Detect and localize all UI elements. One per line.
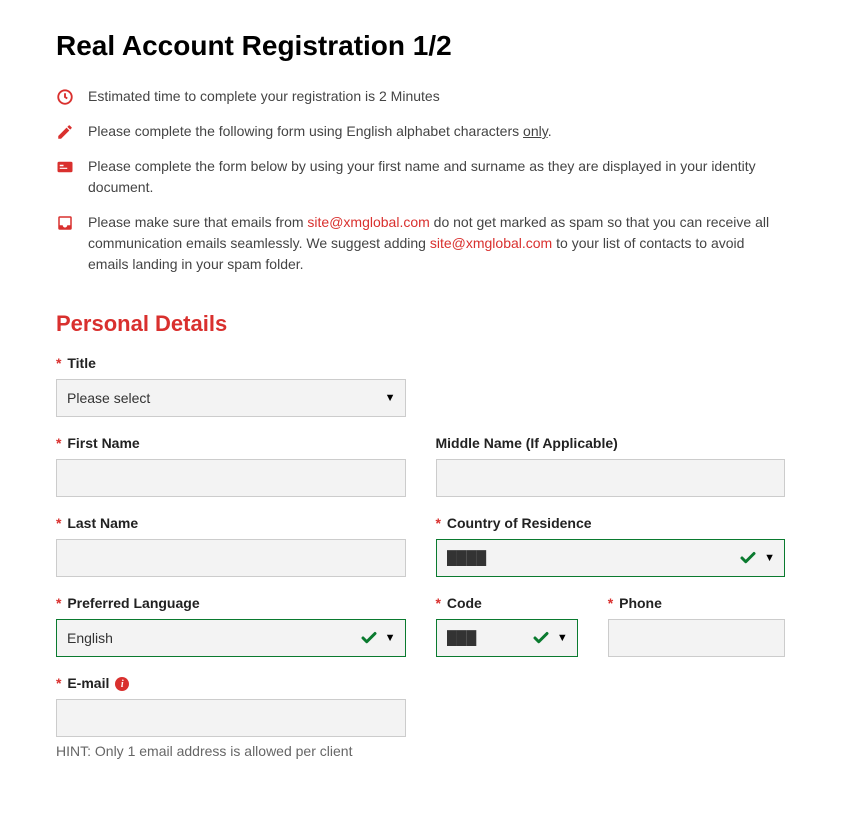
email-link-2[interactable]: site@xmglobal.com [430,235,552,251]
info-list: Estimated time to complete your registra… [56,86,785,275]
title-label: * Title [56,355,406,371]
language-label: * Preferred Language [56,595,406,611]
country-select[interactable]: ████ [436,539,786,577]
first-name-label: * First Name [56,435,406,451]
info-item-english: Please complete the following form using… [56,121,785,142]
email-hint: HINT: Only 1 email address is allowed pe… [56,743,406,759]
section-title-personal: Personal Details [56,311,785,337]
email-label: * E-mail i [56,675,406,691]
info-item-spam: Please make sure that emails from site@x… [56,212,785,275]
page-title: Real Account Registration 1/2 [56,30,785,62]
info-text-spam: Please make sure that emails from site@x… [88,212,785,275]
country-label: * Country of Residence [436,515,786,531]
id-card-icon [56,158,74,176]
email-link-1[interactable]: site@xmglobal.com [307,214,429,230]
middle-name-input[interactable] [436,459,786,497]
middle-name-label: Middle Name (If Applicable) [436,435,786,451]
info-text-time: Estimated time to complete your registra… [88,86,785,107]
pencil-icon [56,123,74,141]
info-item-id: Please complete the form below by using … [56,156,785,198]
email-input[interactable] [56,699,406,737]
first-name-input[interactable] [56,459,406,497]
info-text-english: Please complete the following form using… [88,121,785,142]
phone-label: * Phone [608,595,785,611]
code-select[interactable]: ███ [436,619,578,657]
clock-icon [56,88,74,106]
last-name-input[interactable] [56,539,406,577]
code-label: * Code [436,595,578,611]
last-name-label: * Last Name [56,515,406,531]
language-select[interactable]: English [56,619,406,657]
title-select[interactable]: Please select [56,379,406,417]
info-item-time: Estimated time to complete your registra… [56,86,785,107]
info-text-id: Please complete the form below by using … [88,156,785,198]
inbox-icon [56,214,74,232]
info-icon[interactable]: i [115,677,129,691]
phone-input[interactable] [608,619,785,657]
